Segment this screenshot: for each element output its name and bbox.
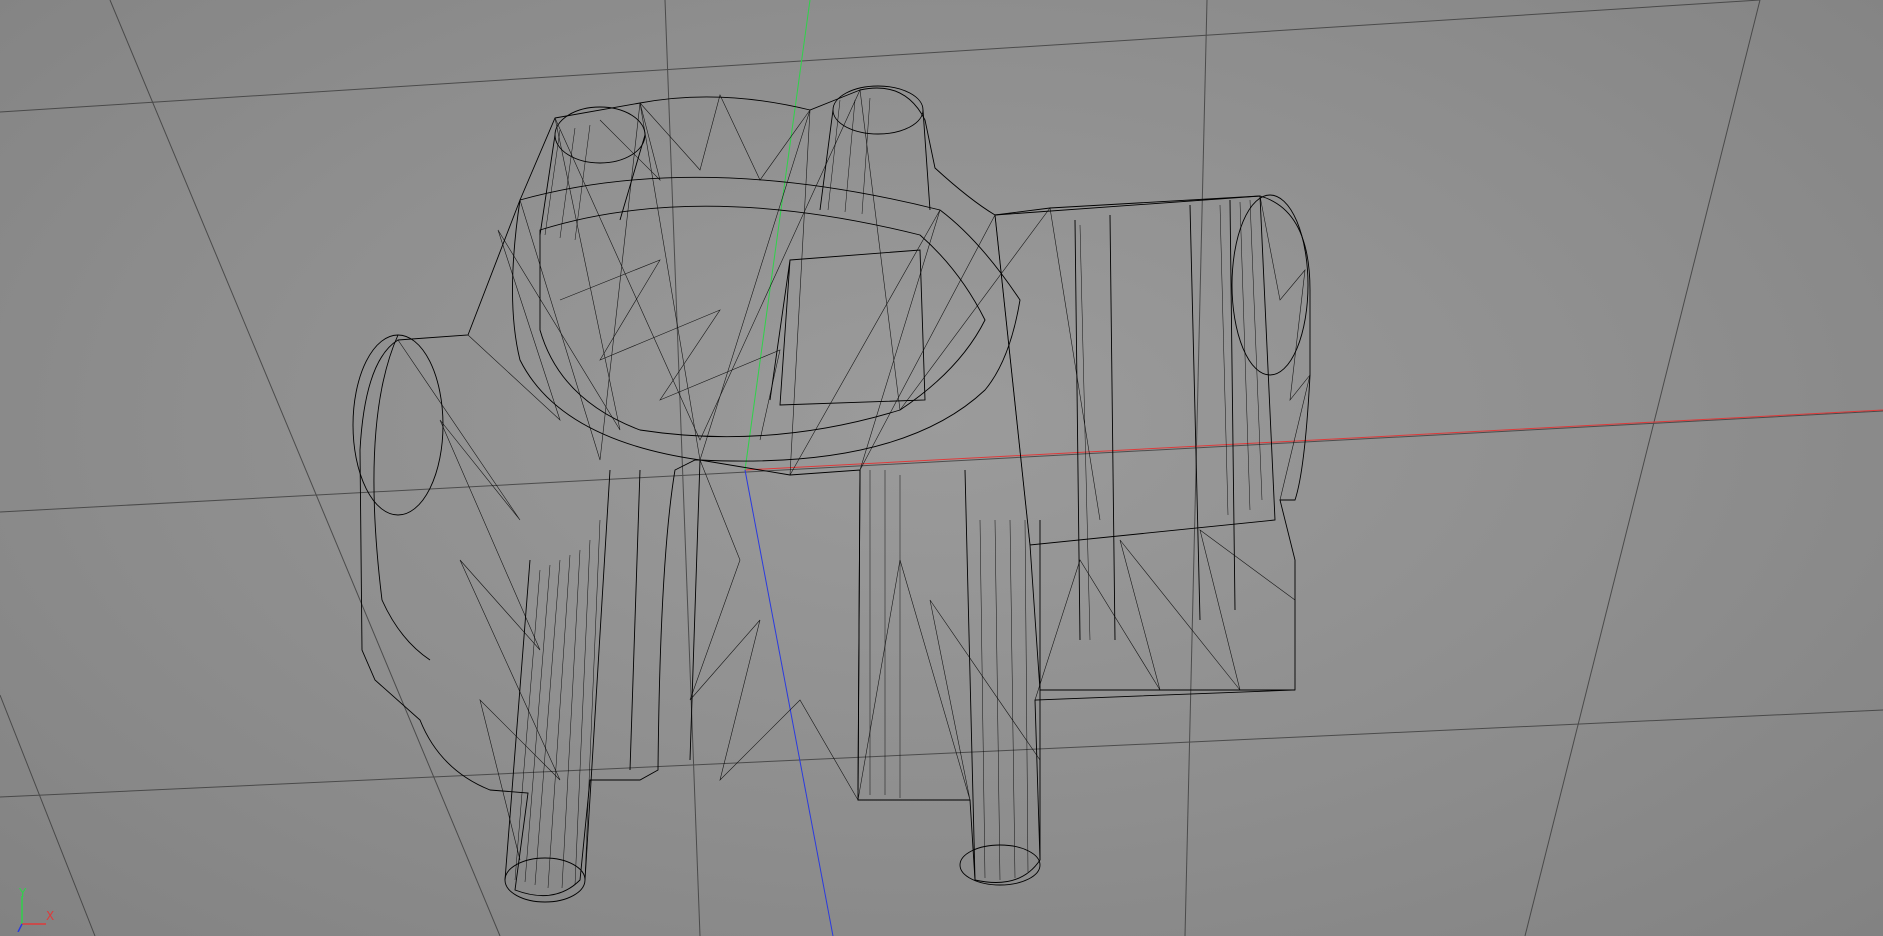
3d-viewport[interactable]: Y X — [0, 0, 1883, 936]
top-cylinder-right — [832, 85, 924, 135]
left-cap-rim — [373, 334, 431, 661]
ground-grid — [0, 0, 1883, 936]
right-housing-end-cap — [1231, 194, 1309, 376]
z-axis-line — [744, 469, 834, 936]
y-axis-line — [744, 0, 811, 471]
left-leg-front — [504, 459, 701, 881]
axis-gizmo: Y X — [10, 884, 62, 933]
gizmo-x-label: X — [46, 909, 55, 923]
center-block — [769, 249, 926, 406]
left-cap — [352, 334, 444, 516]
gizmo-y-label: Y — [19, 886, 27, 900]
right-leg — [857, 469, 1041, 881]
top-cylinder-left — [554, 106, 646, 164]
viewport-scene[interactable] — [0, 0, 1883, 936]
axis-gizmo-icon — [17, 896, 46, 933]
x-axis-line — [744, 409, 1883, 471]
model-body-outline — [359, 87, 1311, 897]
mesh-triangulation — [397, 88, 1311, 861]
wireframe-model[interactable] — [352, 85, 1311, 903]
